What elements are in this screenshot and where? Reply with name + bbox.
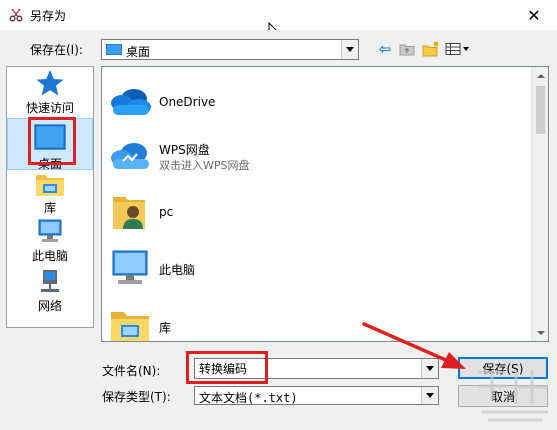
filetype-label: 保存类型(T): xyxy=(102,390,171,404)
list-item-this-pc[interactable]: 此电脑 xyxy=(102,241,530,295)
desktop-icon xyxy=(106,44,122,55)
file-name: pc xyxy=(159,205,174,219)
place-label: 网络 xyxy=(37,299,62,313)
scissors-icon xyxy=(9,8,23,25)
file-list[interactable]: OneDrive WPS网盘 双击进入WPS网盘 pc 此电脑 库 xyxy=(101,66,549,342)
close-button[interactable]: ✕ xyxy=(511,0,557,30)
star-icon xyxy=(36,70,64,96)
window-title: 另存为 xyxy=(30,9,67,23)
filetype-combo[interactable]: 文本文档(*.txt) xyxy=(194,386,439,405)
cancel-button[interactable]: 取消 xyxy=(458,385,548,407)
file-name: 此电脑 xyxy=(159,263,196,277)
save-button[interactable]: 保存(S) xyxy=(458,357,548,379)
filename-input[interactable] xyxy=(195,359,421,378)
back-arrow-icon[interactable]: ⇦ xyxy=(376,40,394,58)
list-item-onedrive[interactable]: OneDrive xyxy=(102,75,530,129)
place-label: 此电脑 xyxy=(31,249,68,263)
place-label: 桌面 xyxy=(37,157,62,171)
chevron-down-icon[interactable] xyxy=(421,387,438,404)
scroll-down-arrow-icon[interactable] xyxy=(532,324,548,341)
look-in-value: 桌面 xyxy=(126,45,151,59)
new-folder-icon[interactable] xyxy=(421,40,441,58)
file-name: WPS网盘 xyxy=(159,143,210,157)
scroll-thumb[interactable] xyxy=(536,86,545,134)
wps-cloud-icon xyxy=(107,134,153,178)
place-label: 快速访问 xyxy=(25,101,74,115)
file-name: 库 xyxy=(159,321,172,335)
place-desktop[interactable]: 桌面 xyxy=(7,118,93,171)
library-folder-icon xyxy=(107,304,153,341)
place-label: 库 xyxy=(43,201,56,215)
filename-label: 文件名(N): xyxy=(102,364,161,378)
onedrive-cloud-icon xyxy=(107,80,153,124)
places-bar: 快速访问 桌面 库 此电脑 网络 xyxy=(6,66,94,328)
place-network[interactable]: 网络 xyxy=(7,269,93,315)
up-folder-icon[interactable] xyxy=(398,40,416,58)
desktop-icon xyxy=(34,124,66,150)
computer-icon xyxy=(38,219,62,242)
file-subtitle: 双击进入WPS网盘 xyxy=(159,159,250,172)
file-name: OneDrive xyxy=(159,95,216,109)
chevron-down-icon[interactable] xyxy=(341,40,358,59)
library-icon xyxy=(36,175,64,196)
place-quick-access[interactable]: 快速访问 xyxy=(7,69,93,117)
filetype-value: 文本文档(*.txt) xyxy=(199,391,298,405)
view-menu-icon[interactable] xyxy=(445,40,473,58)
chevron-down-icon[interactable] xyxy=(421,359,438,378)
look-in-combo[interactable]: 桌面 xyxy=(101,39,359,60)
filename-combo[interactable] xyxy=(194,358,439,379)
place-library[interactable]: 库 xyxy=(7,171,93,217)
list-item-library[interactable]: 库 xyxy=(102,299,530,341)
vertical-scrollbar[interactable] xyxy=(531,67,548,341)
place-this-pc[interactable]: 此电脑 xyxy=(7,219,93,265)
user-folder-icon xyxy=(107,190,153,234)
list-item-wps-cloud[interactable]: WPS网盘 双击进入WPS网盘 xyxy=(102,129,530,183)
computer-icon xyxy=(107,246,153,290)
scroll-up-arrow-icon[interactable] xyxy=(532,67,548,84)
list-item-pc[interactable]: pc xyxy=(102,185,530,239)
look-in-label: 保存在(I): xyxy=(30,43,83,57)
network-icon xyxy=(41,270,59,292)
